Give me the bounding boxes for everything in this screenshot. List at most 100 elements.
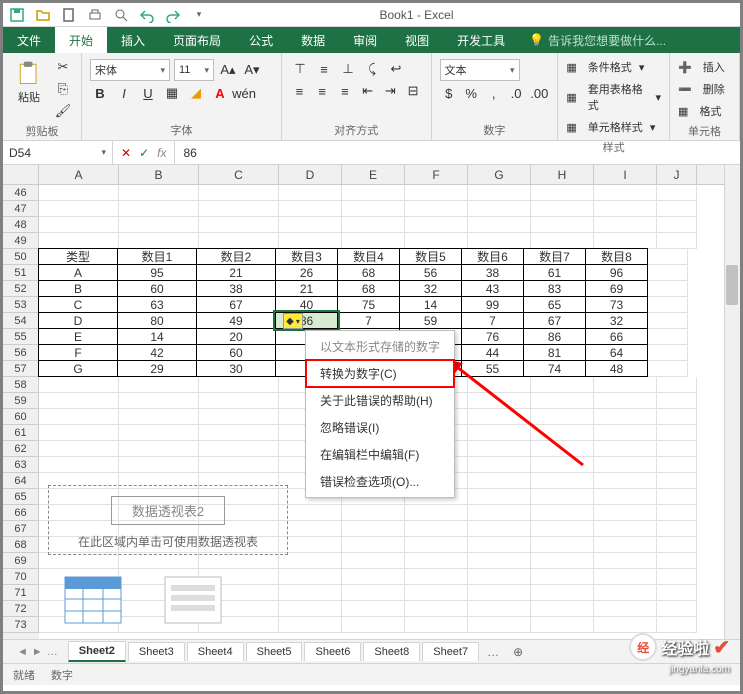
cell[interactable] xyxy=(342,201,405,217)
cell[interactable] xyxy=(39,409,119,425)
cell[interactable] xyxy=(648,265,688,281)
cell[interactable] xyxy=(279,553,342,569)
cell[interactable]: 69 xyxy=(585,280,648,297)
cell[interactable]: 86 xyxy=(523,328,586,345)
cell[interactable] xyxy=(531,505,594,521)
italic-button[interactable]: I xyxy=(114,83,134,103)
cell[interactable]: 20 xyxy=(196,328,276,345)
cell[interactable] xyxy=(279,585,342,601)
cell[interactable] xyxy=(648,329,688,345)
cell[interactable]: 21 xyxy=(196,264,276,281)
cell-style-button[interactable]: ▦ 单元格样式 ▾ xyxy=(566,119,661,135)
cell[interactable]: 数目1 xyxy=(117,248,197,265)
cell[interactable]: 数目7 xyxy=(523,248,586,265)
paste-button[interactable]: 粘贴 xyxy=(11,57,47,107)
cell[interactable]: 67 xyxy=(196,296,276,313)
cell[interactable] xyxy=(468,393,531,409)
cell[interactable]: 81 xyxy=(523,344,586,361)
cell[interactable] xyxy=(531,617,594,633)
row-header[interactable]: 49 xyxy=(3,233,39,249)
cell[interactable] xyxy=(39,185,119,201)
delete-cells-button[interactable]: ➖ 删除 xyxy=(678,81,731,97)
cell[interactable] xyxy=(648,297,688,313)
cell[interactable] xyxy=(531,585,594,601)
cell[interactable] xyxy=(657,233,697,249)
cell[interactable]: A xyxy=(38,264,118,281)
error-indicator[interactable]: ◆ xyxy=(283,313,303,329)
cell[interactable]: 44 xyxy=(461,344,524,361)
font-color-button[interactable]: A xyxy=(210,83,230,103)
col-header[interactable]: D xyxy=(279,165,342,184)
row-header[interactable]: 72 xyxy=(3,601,39,617)
cell[interactable] xyxy=(119,425,199,441)
cell[interactable] xyxy=(657,441,697,457)
cell[interactable] xyxy=(468,233,531,249)
new-sheet-button[interactable]: ⊕ xyxy=(507,645,529,659)
copy-icon[interactable]: ⎘ xyxy=(53,79,73,99)
cell[interactable] xyxy=(279,233,342,249)
row-header[interactable]: 67 xyxy=(3,521,39,537)
merge-icon[interactable]: ⊟ xyxy=(404,81,423,101)
cancel-icon[interactable]: ✕ xyxy=(121,146,131,160)
row-header[interactable]: 55 xyxy=(3,329,39,345)
menu-help[interactable]: 关于此错误的帮助(H) xyxy=(306,387,454,414)
sheet-tab-sheet4[interactable]: Sheet4 xyxy=(187,642,244,661)
tab-home[interactable]: 开始 xyxy=(55,27,107,53)
cell[interactable] xyxy=(405,617,468,633)
cell[interactable] xyxy=(657,537,697,553)
cell[interactable] xyxy=(594,601,657,617)
indent-inc-icon[interactable]: ⇥ xyxy=(381,81,400,101)
cell[interactable] xyxy=(39,457,119,473)
tab-view[interactable]: 视图 xyxy=(391,27,443,53)
cell[interactable]: 95 xyxy=(117,264,197,281)
phonetic-button[interactable]: wén xyxy=(234,83,254,103)
cell[interactable] xyxy=(531,553,594,569)
preview-icon[interactable] xyxy=(113,7,129,23)
cell[interactable] xyxy=(199,201,279,217)
print-icon[interactable] xyxy=(87,7,103,23)
row-header[interactable]: 71 xyxy=(3,585,39,601)
cell[interactable] xyxy=(468,569,531,585)
align-left-icon[interactable]: ≡ xyxy=(290,81,309,101)
cell[interactable] xyxy=(405,601,468,617)
cell[interactable] xyxy=(657,377,697,393)
cell[interactable] xyxy=(594,409,657,425)
cell[interactable] xyxy=(594,553,657,569)
sheet-tab-sheet7[interactable]: Sheet7 xyxy=(422,642,479,661)
cell[interactable] xyxy=(531,217,594,233)
cell[interactable] xyxy=(594,457,657,473)
row-header[interactable]: 60 xyxy=(3,409,39,425)
dec-decimal-icon[interactable]: .00 xyxy=(529,83,549,103)
cell[interactable] xyxy=(531,441,594,457)
cell[interactable] xyxy=(594,185,657,201)
cell[interactable] xyxy=(531,601,594,617)
cell[interactable]: 29 xyxy=(117,360,197,377)
cell[interactable] xyxy=(119,217,199,233)
col-header[interactable]: F xyxy=(405,165,468,184)
col-header[interactable]: A xyxy=(39,165,119,184)
row-header[interactable]: 61 xyxy=(3,425,39,441)
cell[interactable]: 数目5 xyxy=(399,248,462,265)
tab-data[interactable]: 数据 xyxy=(287,27,339,53)
cell[interactable]: G xyxy=(38,360,118,377)
cell[interactable] xyxy=(594,377,657,393)
tab-insert[interactable]: 插入 xyxy=(107,27,159,53)
cell[interactable] xyxy=(657,617,697,633)
number-format-combo[interactable]: 文本▾ xyxy=(440,59,520,81)
cell[interactable] xyxy=(594,233,657,249)
cell[interactable]: 56 xyxy=(399,264,462,281)
cell[interactable]: C xyxy=(38,296,118,313)
cell[interactable] xyxy=(468,425,531,441)
cell[interactable] xyxy=(405,201,468,217)
cell[interactable] xyxy=(279,217,342,233)
col-header[interactable]: E xyxy=(342,165,405,184)
cell[interactable] xyxy=(405,185,468,201)
cell[interactable] xyxy=(531,377,594,393)
cell[interactable] xyxy=(199,409,279,425)
cell[interactable] xyxy=(279,537,342,553)
tab-dev[interactable]: 开发工具 xyxy=(443,27,519,53)
cell[interactable] xyxy=(594,473,657,489)
cell[interactable] xyxy=(39,233,119,249)
cell[interactable]: 83 xyxy=(523,280,586,297)
col-header[interactable]: H xyxy=(531,165,594,184)
